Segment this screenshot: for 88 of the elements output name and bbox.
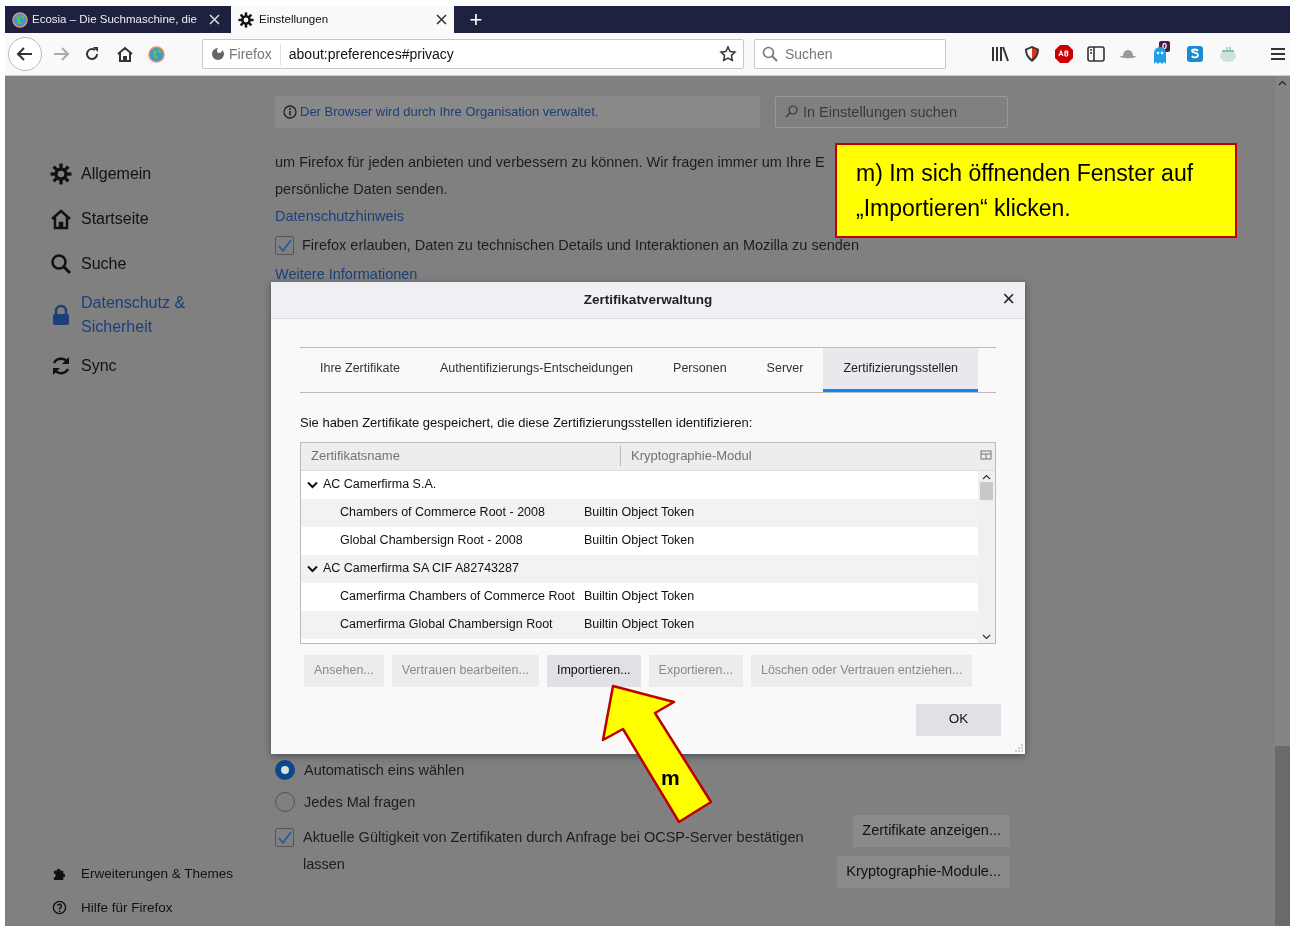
view-certificates-button[interactable]: Zertifikate anzeigen... — [853, 815, 1010, 847]
checkbox[interactable] — [275, 828, 294, 847]
adblock-icon[interactable] — [1055, 45, 1073, 63]
notice-text: Der Browser wird durch Ihre Organisation verwaltet. — [300, 103, 599, 122]
table-cell-text: Camerfirma Global Chambersign Root — [339, 616, 554, 634]
search-field[interactable]: Suchen — [754, 39, 946, 69]
dialog-tab[interactable]: Ihre Zertifikate — [300, 348, 420, 392]
shield-icon[interactable] — [1023, 45, 1041, 63]
ghost-icon[interactable] — [1151, 44, 1169, 64]
table-cell-text: Chambers of Commerce Root - 2008 — [339, 504, 546, 522]
gear-icon — [50, 163, 72, 185]
scrollbar-thumb[interactable] — [1275, 746, 1290, 926]
table-cell-text: Builtin Object Token — [584, 532, 695, 550]
sidebar-icon[interactable] — [1087, 46, 1105, 62]
lock-icon — [50, 304, 72, 326]
scroll-down-icon[interactable] — [982, 633, 991, 640]
radio-label: Automatisch eins wählen — [304, 761, 465, 780]
scrollbar-thumb[interactable] — [980, 481, 993, 500]
column-picker-icon[interactable] — [980, 450, 992, 462]
help-icon — [52, 900, 67, 916]
search-icon — [50, 253, 72, 275]
search-icon — [785, 105, 798, 118]
back-arrow-icon — [16, 45, 34, 63]
scroll-up-icon[interactable] — [982, 473, 991, 480]
checkbox[interactable] — [275, 236, 294, 255]
table-cell-text: Builtin Object Token — [584, 504, 695, 522]
close-button[interactable]: × — [1002, 288, 1015, 310]
sidebar-link[interactable]: Erweiterungen & Themes — [52, 863, 234, 884]
column-header[interactable]: Kryptographie-Modul — [621, 446, 980, 466]
twisty-icon[interactable] — [307, 480, 318, 489]
table-cell-text: Global Chambersign Root - 2008 — [339, 532, 524, 550]
tab-title: Ecosia – Die Suchmaschine, die — [32, 11, 198, 27]
sidebar-link[interactable]: Hilfe für Firefox — [52, 897, 173, 918]
radio-label: Jedes Mal fragen — [304, 793, 416, 812]
new-tab-button[interactable]: + — [458, 6, 494, 33]
twisty-icon[interactable] — [307, 564, 318, 573]
home-icon[interactable] — [116, 46, 134, 62]
browser-tab[interactable]: Einstellungen — [231, 6, 454, 33]
checkbox-label: Firefox erlauben, Daten zu technischen Details und Interaktionen an Mozilla zu senden — [302, 236, 859, 255]
sidebar-item[interactable]: Sync — [50, 348, 117, 384]
tree-scrollbar[interactable] — [978, 470, 995, 643]
tab-title: Einstellungen — [259, 11, 330, 27]
dialog-tab[interactable]: Personen — [653, 348, 747, 392]
skype-icon[interactable] — [1186, 45, 1204, 63]
privacy-text: persönliche Daten senden. — [275, 180, 448, 199]
library-icon[interactable] — [991, 46, 1009, 62]
menu-icon[interactable] — [1270, 47, 1286, 61]
url-text: about:preferences#privacy — [288, 44, 455, 64]
arrow-label: m — [661, 767, 680, 788]
settings-search-field[interactable]: In Einstellungen suchen — [775, 96, 1008, 128]
security-devices-button[interactable]: Kryptographie-Module... — [837, 856, 1010, 888]
gear-icon — [238, 11, 254, 28]
scrollbar[interactable] — [1275, 76, 1290, 926]
info-icon — [283, 105, 297, 119]
privacy-text: um Firefox für jeden anbieten und verbessern zu können. Wir fragen immer um Ihre E — [275, 153, 825, 172]
close-icon[interactable] — [436, 14, 447, 25]
table-cell-text: Builtin Object Token — [584, 616, 695, 634]
back-button[interactable] — [8, 37, 42, 71]
sidebar-item[interactable]: Suche — [50, 246, 127, 282]
table-cell-text: Builtin Object Token — [584, 588, 695, 606]
ok-button[interactable]: OK — [916, 703, 1001, 736]
tree-row[interactable]: AC Camerfirma SA CIF A82743287 — [301, 554, 978, 583]
home-icon — [50, 208, 72, 230]
hat-icon[interactable] — [1119, 47, 1137, 61]
dialog-title: Zertifikatverwaltung — [583, 290, 713, 309]
search-icon — [762, 46, 778, 62]
sidebar-item[interactable]: Startseite — [50, 201, 149, 237]
url-bar[interactable]: Firefox about:preferences#privacy — [202, 39, 744, 69]
globe-icon[interactable] — [148, 45, 165, 63]
firefox-icon — [211, 47, 225, 61]
resize-grip-icon[interactable] — [1015, 744, 1023, 752]
identity-label: Firefox — [229, 43, 281, 65]
column-header[interactable]: Zertifikatsname — [301, 446, 621, 466]
dialog-tab[interactable]: Authentifizierungs-Entscheidungen — [419, 348, 654, 392]
instruction-callout: m) Im sich öffnenden Fenster auf „Importieren“ klicken. — [835, 143, 1237, 238]
puzzle-icon — [52, 866, 67, 882]
dialog-button[interactable]: Importieren... — [546, 654, 641, 687]
reload-icon[interactable] — [84, 46, 100, 62]
sync-icon — [50, 355, 72, 377]
sidebar-item[interactable]: Allgemein — [50, 156, 152, 192]
table-cell-text: Camerfirma Chambers of Commerce Root — [339, 588, 576, 606]
radio-button[interactable] — [275, 760, 295, 780]
checkbox-label: Aktuelle Gültigkeit von Zertifikaten durch Anfrage bei OCSP-Server bestätigen lassen — [303, 828, 805, 874]
globe-icon — [12, 11, 28, 28]
dialog-tab[interactable]: Zertifizierungsstellen — [823, 348, 979, 392]
dialog-description: Sie haben Zertifikate gespeichert, die diese Zertifizierungsstellen identifizieren: — [300, 414, 754, 432]
bookmark-star-icon[interactable] — [719, 45, 737, 63]
dialog-tab[interactable]: Server — [746, 348, 824, 392]
